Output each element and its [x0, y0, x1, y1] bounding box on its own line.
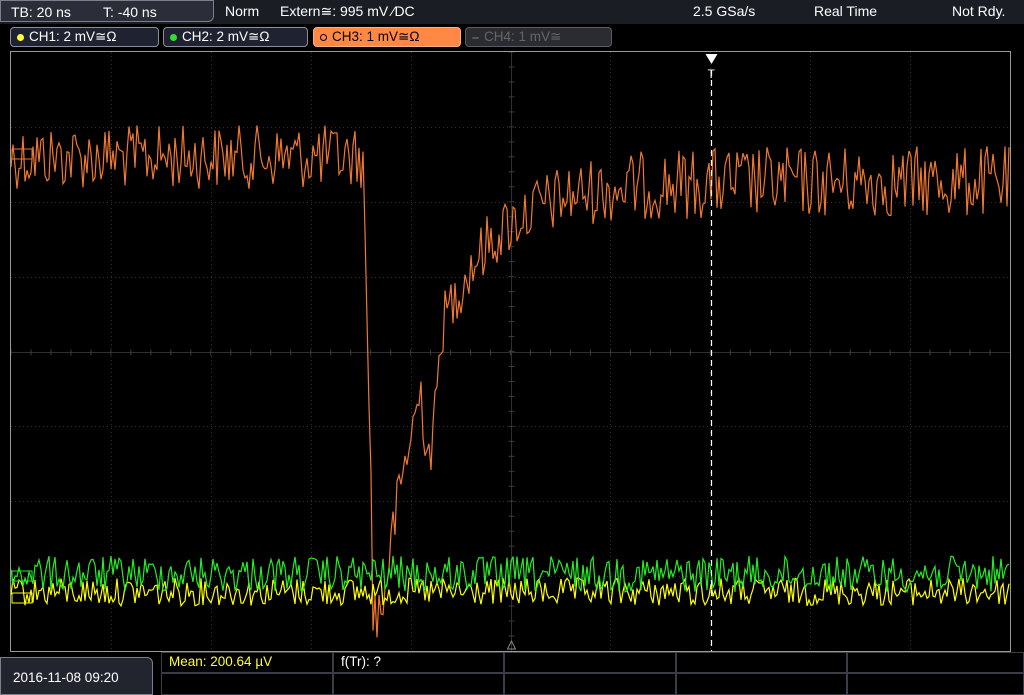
channel-1-indicator-icon [17, 34, 24, 41]
channel-4-label: CH4: 1 mV≅ [484, 29, 562, 44]
measurement-cell [161, 673, 333, 695]
channel-4-tab[interactable]: CH4: 1 mV≅ [465, 27, 612, 47]
trigger-status: Not Rdy. [952, 3, 1006, 19]
channel-3-indicator-icon [320, 34, 327, 41]
acquisition-mode[interactable]: Norm [225, 3, 259, 19]
waveform-display[interactable]: T [10, 51, 1011, 652]
channel-1-tab[interactable]: CH1: 2 mV≅Ω [10, 27, 159, 47]
channel-1-trace [11, 577, 1010, 608]
trigger-position-icon[interactable] [705, 54, 718, 64]
date-time: 2016-11-08 09:20 [13, 670, 119, 685]
channel-1-label: CH1: 2 mV≅Ω [29, 29, 117, 44]
channel-2-tab[interactable]: CH2: 2 mV≅Ω [163, 27, 308, 47]
trigger-source[interactable]: Extern≅: 995 mV ⁄DC [280, 3, 415, 19]
sample-rate: 2.5 GSa/s [693, 3, 756, 19]
channel-3-label: CH3: 1 mV≅Ω [332, 29, 420, 44]
timebase-readout: TB: 20 ns [11, 4, 71, 20]
channel-3-tab[interactable]: CH3: 1 mV≅Ω [313, 27, 461, 47]
measurement-cell [676, 673, 847, 695]
measurement-cell [847, 652, 1024, 673]
measurement-cell [333, 673, 504, 695]
timebase-panel[interactable]: TB: 20 ns T: -40 ns [0, 0, 214, 22]
acquisition-type: Real Time [814, 3, 878, 19]
channel-2-indicator-icon [170, 34, 177, 41]
measurement-cell [676, 652, 847, 673]
status-bar: TB: 20 ns T: -40 ns Norm Extern≅: 995 mV… [0, 0, 1024, 24]
waveform-canvas[interactable]: T [11, 52, 1010, 651]
mean-measurement[interactable]: Mean: 200.64 µV [169, 654, 272, 669]
measurement-cell [504, 673, 676, 695]
channel-4-indicator-icon [472, 37, 479, 39]
channel-2-label: CH2: 2 mV≅Ω [182, 29, 270, 44]
measurement-cell [504, 652, 676, 673]
trigger-time-readout: T: -40 ns [103, 4, 157, 20]
date-time-panel: 2016-11-08 09:20 [0, 657, 153, 695]
trigger-marker-letter-icon: T [708, 67, 716, 81]
measurement-panel[interactable]: Mean: 200.64 µV f(Tr): ? [161, 652, 1024, 695]
measurement-cell [847, 673, 1024, 695]
ftr-measurement[interactable]: f(Tr): ? [341, 654, 381, 669]
channel-offset-markers[interactable] [11, 148, 33, 604]
